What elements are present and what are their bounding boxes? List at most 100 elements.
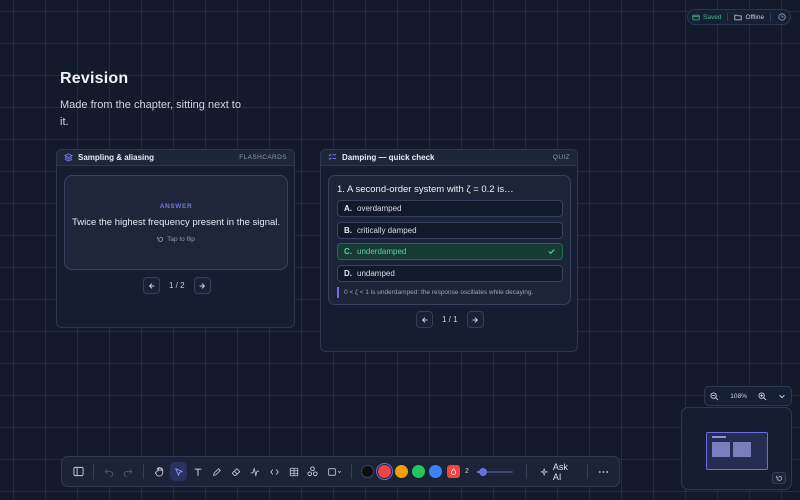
arrow-left-icon xyxy=(148,282,154,289)
saved-label: Saved xyxy=(703,13,722,21)
answer-option-d[interactable]: D. undamped xyxy=(337,265,563,282)
history-button[interactable] xyxy=(778,13,786,21)
color-swatch[interactable] xyxy=(429,465,443,478)
eraser-tool-button[interactable] xyxy=(228,462,244,481)
color-swatches xyxy=(359,462,444,481)
chevron-down-icon xyxy=(778,394,785,399)
minimap-reset-button[interactable] xyxy=(772,472,786,484)
option-text: undamped xyxy=(357,269,395,278)
pen-tool-button[interactable] xyxy=(209,462,225,481)
sidebar-icon xyxy=(73,466,84,477)
option-text: underdamped xyxy=(357,247,407,256)
answer-option-c[interactable]: C. underdamped xyxy=(337,243,563,260)
folder-icon xyxy=(734,14,743,20)
drawing-toolbar: 2 Ask AI xyxy=(61,456,620,487)
droplet-icon xyxy=(451,468,457,475)
diagram-tool-button[interactable] xyxy=(305,462,321,481)
sidebar-toggle-button[interactable] xyxy=(70,462,86,481)
next-button[interactable] xyxy=(466,311,484,328)
undo-button[interactable] xyxy=(101,462,117,481)
stroke-width-value: 2 xyxy=(465,468,469,475)
answer-option-a[interactable]: A. overdamped xyxy=(337,200,563,217)
undo-icon xyxy=(104,468,114,477)
redo-button[interactable] xyxy=(120,462,136,481)
table-tool-button[interactable] xyxy=(286,462,302,481)
flashcard-side-label: ANSWER xyxy=(159,203,193,210)
slider-knob[interactable] xyxy=(479,467,488,476)
prev-button[interactable] xyxy=(143,277,160,294)
revision-title: Revision xyxy=(60,70,129,87)
pen-icon xyxy=(213,467,221,476)
flashcard-pager: 1 / 2 xyxy=(143,277,211,294)
sparkle-icon xyxy=(540,467,548,476)
list-check-icon xyxy=(328,153,337,160)
question-text: 1. A second-order system with ζ = 0.2 is… xyxy=(337,184,514,195)
option-letter: B. xyxy=(344,226,352,235)
zoom-out-icon xyxy=(710,391,719,400)
revision-subtitle: Made from the chapter, sitting next to i… xyxy=(60,99,241,128)
divider xyxy=(351,464,353,479)
card-header[interactable]: Damping — quick check QUIZ xyxy=(321,150,577,166)
flashcards-card[interactable]: Sampling & aliasing FLASHCARDS ANSWER Tw… xyxy=(56,149,295,328)
option-letter: C. xyxy=(344,247,352,256)
shape-tool-button[interactable] xyxy=(324,462,344,481)
hand-tool-button[interactable] xyxy=(151,462,167,481)
card-title: Sampling & aliasing xyxy=(78,153,155,162)
offline-label: Offline xyxy=(745,13,765,21)
answer-option-b[interactable]: B. critically damped xyxy=(337,222,563,239)
rotate-icon xyxy=(775,475,782,481)
arrow-right-icon xyxy=(199,282,206,289)
cloud-check-icon xyxy=(692,14,700,20)
flip-hint-label: Tap to flip xyxy=(167,236,195,243)
card-type-tag: FLASHCARDS xyxy=(239,154,287,161)
color-swatch[interactable] xyxy=(375,462,394,481)
offline-toggle[interactable]: Offline xyxy=(734,14,764,21)
minimap-viewport[interactable] xyxy=(706,432,768,470)
text-tool-button[interactable] xyxy=(190,462,206,481)
color-swatch[interactable] xyxy=(395,465,409,478)
divider xyxy=(93,464,95,479)
custom-color-button[interactable] xyxy=(447,465,461,478)
color-swatch[interactable] xyxy=(412,465,426,478)
eraser-icon xyxy=(231,467,241,476)
line-tool-button[interactable] xyxy=(247,462,263,481)
minimap[interactable] xyxy=(681,407,792,490)
divider xyxy=(727,13,729,21)
code-icon xyxy=(270,468,279,475)
ask-ai-label: Ask AI xyxy=(552,461,568,482)
zoom-level[interactable]: 108% xyxy=(730,393,747,400)
rotate-icon xyxy=(157,236,164,242)
zoom-in-button[interactable] xyxy=(758,391,767,401)
minimap-card xyxy=(733,442,751,457)
color-swatch[interactable] xyxy=(361,465,375,478)
more-horizontal-icon xyxy=(598,470,608,473)
select-tool-button[interactable] xyxy=(170,462,187,481)
text-icon xyxy=(194,468,202,476)
table-icon xyxy=(289,467,298,476)
option-letter: D. xyxy=(344,269,352,278)
square-icon xyxy=(327,467,336,476)
flashcard-answer: Twice the highest frequency present in t… xyxy=(71,217,281,228)
minimap-heading xyxy=(712,436,726,438)
flip-hint[interactable]: Tap to flip xyxy=(65,236,287,243)
zoom-menu-button[interactable] xyxy=(778,392,786,400)
zoom-in-icon xyxy=(758,391,767,400)
prev-button[interactable] xyxy=(416,311,433,328)
arrow-left-icon xyxy=(421,316,427,323)
stroke-width-slider[interactable] xyxy=(476,467,513,476)
more-options-button[interactable] xyxy=(595,462,611,481)
cursor-icon xyxy=(174,467,183,476)
save-status-bar: Saved Offline xyxy=(687,9,791,25)
arrow-right-icon xyxy=(472,316,479,323)
flashcard[interactable]: ANSWER Twice the highest frequency prese… xyxy=(64,175,288,270)
code-tool-button[interactable] xyxy=(266,462,282,481)
zoom-out-button[interactable] xyxy=(710,391,719,401)
page-indicator: 1 / 1 xyxy=(442,315,458,324)
next-button[interactable] xyxy=(193,277,211,294)
chevron-down-icon xyxy=(337,470,341,473)
divider xyxy=(587,464,588,479)
card-header[interactable]: Sampling & aliasing FLASHCARDS xyxy=(57,150,294,166)
quiz-card[interactable]: Damping — quick check QUIZ 1. A second-o… xyxy=(320,149,578,352)
hand-icon xyxy=(154,466,163,477)
ask-ai-button[interactable]: Ask AI xyxy=(534,462,581,482)
